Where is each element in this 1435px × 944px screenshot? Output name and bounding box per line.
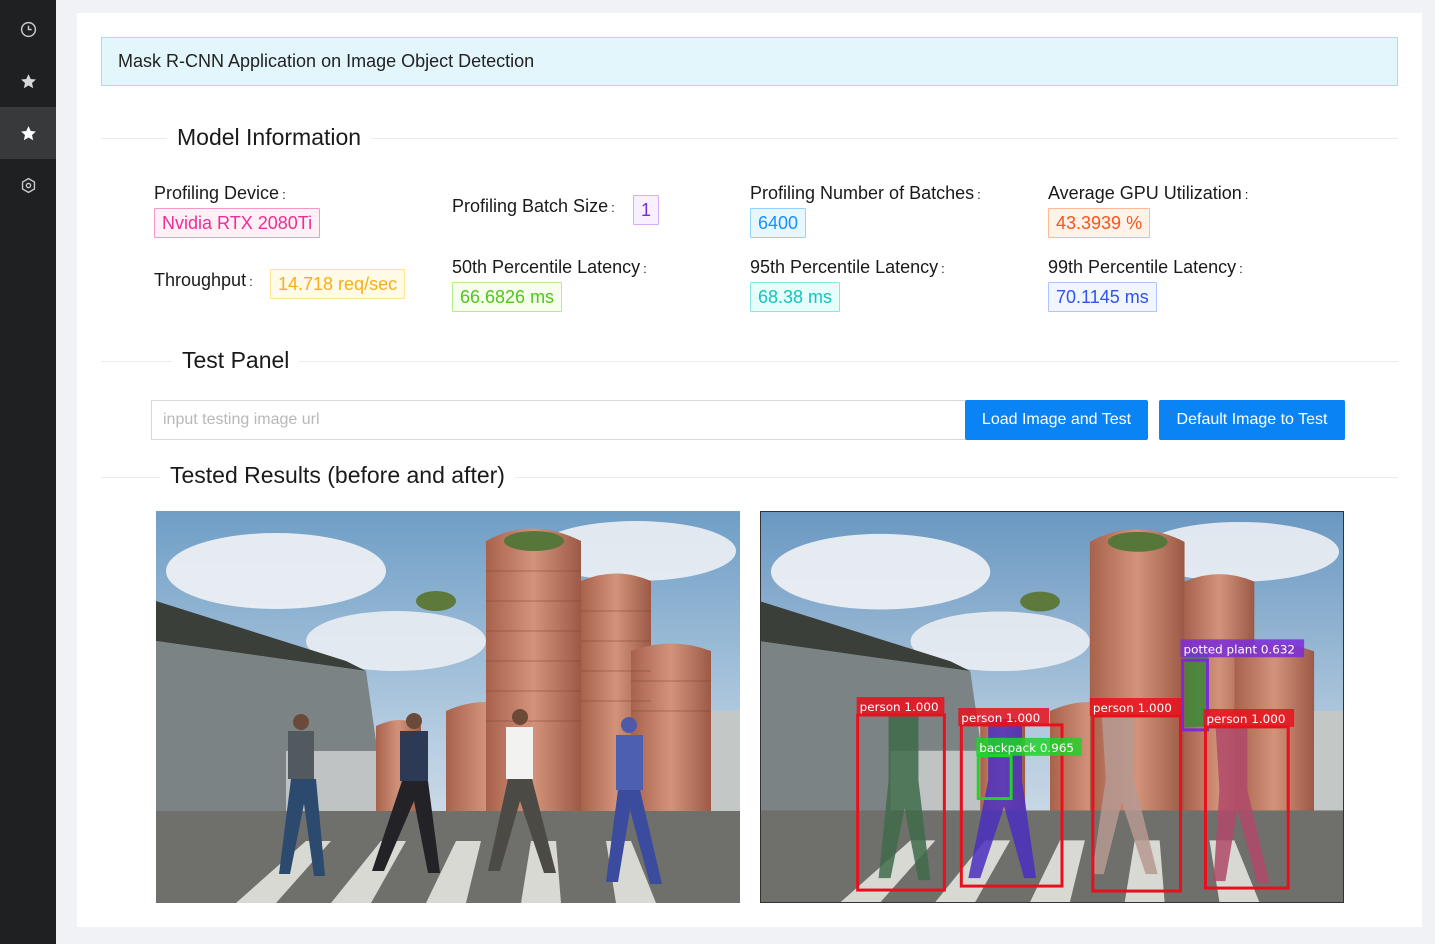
profiling-device-label: Profiling Device: bbox=[154, 183, 286, 203]
nav-item-dashboard[interactable] bbox=[0, 3, 56, 55]
nav-item-favorites[interactable] bbox=[0, 55, 56, 107]
sidebar bbox=[0, 0, 56, 944]
star-icon bbox=[20, 125, 36, 140]
test-panel-title: Test Panel bbox=[172, 347, 300, 374]
nav-item-models[interactable] bbox=[0, 107, 56, 159]
p99-latency-label: 99th Percentile Latency: bbox=[1048, 257, 1243, 277]
detection-label: person 1.000 bbox=[860, 700, 939, 714]
image-url-input[interactable] bbox=[151, 400, 966, 440]
p95-latency-value: 68.38 ms bbox=[750, 282, 841, 312]
gpu-util-value: 43.3939 % bbox=[1048, 208, 1151, 238]
detection-label: person 1.000 bbox=[961, 711, 1040, 725]
hexagon-icon bbox=[21, 177, 35, 193]
throughput-label: Throughput: bbox=[154, 270, 253, 290]
p50-latency-value: 66.6826 ms bbox=[452, 282, 563, 312]
p50-latency-label: 50th Percentile Latency: bbox=[452, 257, 647, 277]
default-image-to-test-button[interactable]: Default Image to Test bbox=[1159, 400, 1345, 440]
nav-item-settings[interactable] bbox=[0, 159, 56, 211]
batch-size-label: Profiling Batch Size: bbox=[452, 196, 615, 216]
num-batches-value: 6400 bbox=[750, 208, 807, 238]
p99-latency-value: 70.1145 ms bbox=[1048, 282, 1157, 312]
page-title-banner: Mask R-CNN Application on Image Object D… bbox=[101, 37, 1398, 86]
batch-size-value: 1 bbox=[633, 195, 660, 225]
model-info-title: Model Information bbox=[167, 124, 372, 151]
clock-icon bbox=[20, 21, 36, 37]
star-icon bbox=[20, 73, 36, 88]
input-image-before bbox=[156, 511, 740, 903]
detection-label: person 1.000 bbox=[1206, 712, 1285, 726]
detection-label: backpack 0.965 bbox=[979, 741, 1074, 755]
results-title: Tested Results (before and after) bbox=[160, 462, 515, 489]
num-batches-label: Profiling Number of Batches: bbox=[750, 183, 981, 203]
throughput-value: 14.718 req/sec bbox=[270, 269, 406, 299]
output-image-after: person 1.000 person 1.000 backpack 0.965… bbox=[760, 511, 1344, 903]
profiling-device-value: Nvidia RTX 2080Ti bbox=[154, 208, 321, 238]
main-content: Mask R-CNN Application on Image Object D… bbox=[77, 13, 1422, 927]
p95-latency-label: 95th Percentile Latency: bbox=[750, 257, 945, 277]
page-title: Mask R-CNN Application on Image Object D… bbox=[118, 51, 535, 71]
detection-label: potted plant 0.632 bbox=[1184, 642, 1295, 656]
load-image-and-test-button[interactable]: Load Image and Test bbox=[965, 400, 1148, 440]
gpu-util-label: Average GPU Utilization: bbox=[1048, 183, 1249, 203]
detection-label: person 1.000 bbox=[1093, 701, 1172, 715]
